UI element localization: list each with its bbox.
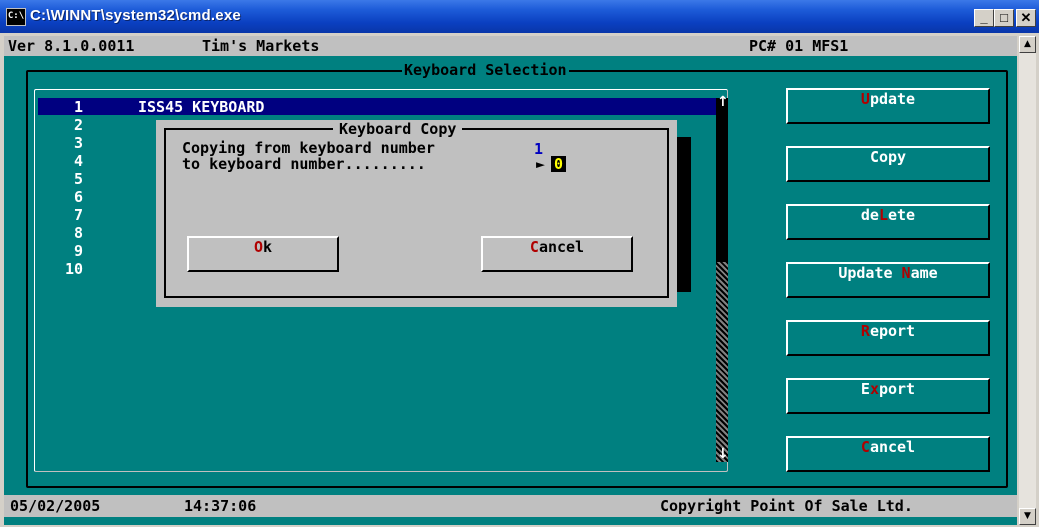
keyboard-number: 10: [64, 260, 83, 278]
keyboard-selection-title: Keyboard Selection: [402, 61, 569, 79]
keyboard-number: 8: [73, 224, 83, 242]
button-label-part: ame: [910, 264, 938, 282]
keyboard-number: 7: [73, 206, 83, 224]
window-scrollbar[interactable]: ▲ ▼: [1019, 36, 1036, 525]
button-label-part: L: [878, 206, 888, 224]
close-button[interactable]: ✕: [1016, 9, 1036, 27]
store-name: Tim's Markets: [202, 37, 320, 55]
update-button[interactable]: Update: [786, 88, 990, 124]
keyboard-number: 2: [73, 116, 83, 134]
scroll-down-arrow-icon[interactable]: ↓: [717, 446, 729, 462]
button-label-part: C: [860, 438, 870, 456]
copy-button[interactable]: Copy: [786, 146, 990, 182]
keyboard-number: 1: [73, 98, 83, 116]
window-scroll-up-icon[interactable]: ▲: [1019, 36, 1036, 53]
list-scroll-track[interactable]: [716, 262, 728, 462]
delete-button[interactable]: deLete: [786, 204, 990, 240]
button-label-part: port: [878, 380, 916, 398]
title-bar[interactable]: C:\ C:\WINNT\system32\cmd.exe _ □ ✕: [0, 0, 1039, 33]
keyboard-number: 6: [73, 188, 83, 206]
console-window: C:\ C:\WINNT\system32\cmd.exe _ □ ✕ Ver …: [0, 0, 1039, 527]
minimize-button[interactable]: _: [974, 9, 994, 27]
copyright-text: Copyright Point Of Sale Ltd.: [660, 497, 913, 515]
console-area[interactable]: Ver 8.1.0.0011 Tim's Markets PC# 01 MFS1…: [4, 36, 1017, 525]
button-label-part: R: [860, 322, 870, 340]
cmd-app-icon[interactable]: C:\: [6, 8, 26, 26]
version-label: Ver 8.1.0.0011: [8, 37, 135, 55]
keyboard-number: 9: [73, 242, 83, 260]
update-name-button[interactable]: Update Name: [786, 262, 990, 298]
status-bar: 05/02/2005 14:37:06 Copyright Point Of S…: [4, 495, 1017, 517]
pc-label: PC# 01 MFS1: [749, 37, 849, 55]
header-bar: Ver 8.1.0.0011 Tim's Markets PC# 01 MFS1: [4, 36, 1017, 56]
maximize-button[interactable]: □: [994, 9, 1014, 27]
keyboard-number: 4: [73, 152, 83, 170]
pointer-arrow-icon: ►: [536, 155, 546, 173]
button-label-part: Copy: [869, 148, 907, 166]
dialog-frame: Keyboard Copy Copying from keyboard numb…: [164, 120, 669, 298]
dialog-title: Keyboard Copy: [333, 120, 463, 138]
dialog-ok-button[interactable]: Ok: [187, 236, 339, 272]
report-button[interactable]: Report: [786, 320, 990, 356]
status-time: 14:37:06: [184, 497, 257, 515]
button-label-part: x: [869, 380, 879, 398]
keyboard-name: ISS45 KEYBOARD: [138, 98, 265, 116]
keyboard-number: 3: [73, 134, 83, 152]
export-button[interactable]: Export: [786, 378, 990, 414]
button-label-part: eport: [869, 322, 916, 340]
button-label-part: U: [860, 90, 870, 108]
button-label-part: de: [860, 206, 879, 224]
scroll-up-arrow-icon[interactable]: ↑: [717, 94, 729, 110]
button-label-part: N: [901, 264, 911, 282]
dialog-cancel-button[interactable]: Cancel: [481, 236, 633, 272]
button-label-part: ete: [888, 206, 916, 224]
button-label-part: E: [860, 380, 870, 398]
keyboard-list-item[interactable]: 1 ISS45 KEYBOARD: [38, 98, 728, 116]
button-label-part: pdate: [869, 90, 916, 108]
cancel-button[interactable]: Cancel: [786, 436, 990, 472]
window-scroll-down-icon[interactable]: ▼: [1019, 508, 1036, 525]
keyboard-copy-dialog: Keyboard Copy Copying from keyboard numb…: [156, 120, 677, 307]
status-date: 05/02/2005: [10, 497, 101, 515]
window-title: C:\WINNT\system32\cmd.exe: [30, 7, 241, 24]
copy-to-label: to keyboard number.........: [182, 155, 426, 173]
button-label-part: Update: [838, 264, 902, 282]
button-label-part: ancel: [869, 438, 916, 456]
copy-to-input[interactable]: 0: [551, 156, 567, 172]
keyboard-number: 5: [73, 170, 83, 188]
